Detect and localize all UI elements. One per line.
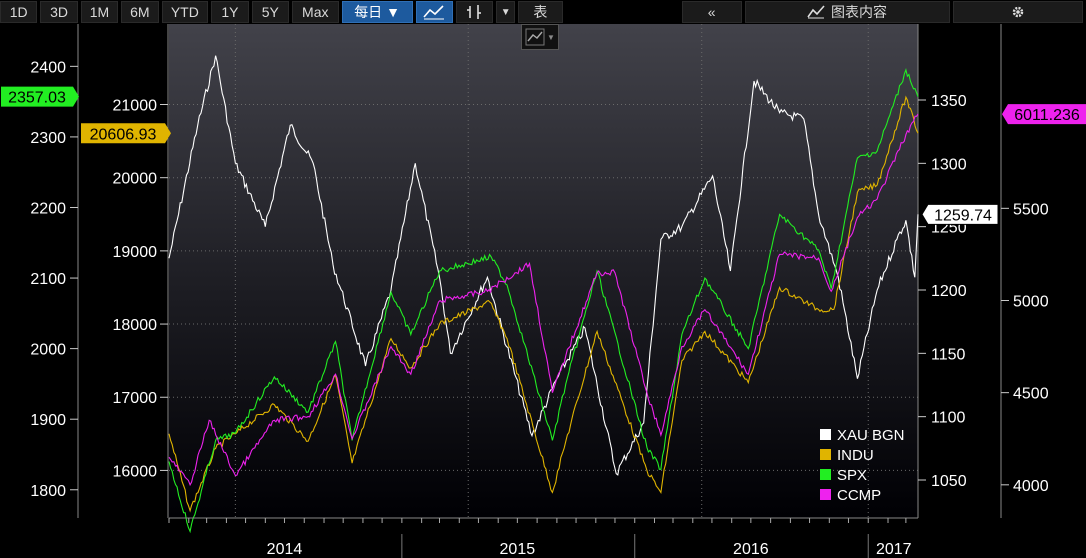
spx-tick-label: 2300 (30, 130, 66, 147)
legend-swatch (820, 449, 831, 460)
chart-content-icon (807, 5, 825, 19)
ccmp-tick-label: 5000 (1013, 293, 1049, 310)
spx-tick-label: 2100 (30, 271, 66, 288)
xau-tick-label: 1200 (931, 283, 967, 300)
range-ytd-button[interactable]: YTD (161, 1, 209, 23)
spx-tick-label: 1900 (30, 412, 66, 429)
legend-label: INDU (837, 447, 874, 464)
xau-tick-label: 1350 (931, 93, 967, 110)
spx-last-tag-label: 2357.03 (8, 90, 66, 107)
year-label: 2015 (500, 541, 536, 558)
svg-text:▼: ▼ (547, 33, 555, 42)
indu-tick-label: 16000 (113, 463, 158, 480)
legend-label: XAU BGN (837, 427, 905, 444)
table-button[interactable]: 表 (518, 1, 563, 23)
spx-tick-label: 2400 (30, 59, 66, 76)
chart-content-label: 图表内容 (831, 4, 888, 20)
ccmp-tick-label: 4000 (1013, 478, 1049, 495)
xau-tick-label: 1050 (931, 473, 967, 490)
ccmp-tick-label: 4500 (1013, 386, 1049, 403)
collapse-icon[interactable]: « (681, 1, 742, 23)
spx-tick-label: 2000 (30, 342, 66, 359)
year-label: 2014 (267, 541, 303, 558)
legend-swatch (820, 429, 831, 440)
range-1d-button[interactable]: 1D (0, 1, 38, 23)
indu-tick-label: 17000 (113, 390, 158, 407)
legend-label: SPX (837, 467, 867, 484)
range-6m-button[interactable]: 6M (121, 1, 159, 23)
chart-type-dropdown-icon[interactable]: ▼ (496, 1, 516, 23)
xau-last-tag-label: 1259.74 (934, 207, 992, 224)
frequency-dropdown[interactable]: 每日 ▼ (341, 1, 413, 23)
chart-content-button[interactable]: 图表内容 (744, 1, 950, 23)
range-1m-button[interactable]: 1M (80, 1, 119, 23)
settings-gear-icon[interactable] (952, 1, 1083, 23)
xau-tick-label: 1100 (931, 410, 966, 427)
range-1y-button[interactable]: 1Y (211, 1, 249, 23)
spx-tick-label: 1800 (30, 483, 66, 500)
range-3d-button[interactable]: 3D (40, 1, 78, 23)
right-axes: 1050110011501200125013001350400045005000… (917, 24, 1049, 518)
chart-toolbar: 1D 3D 1M 6M YTD 1Y 5Y Max 每日 ▼ ▼ 表 « 图表内… (0, 0, 1086, 24)
ccmp-last-tag-label: 6011.236 (1014, 107, 1080, 124)
xau-tick-label: 1150 (931, 346, 966, 363)
line-chart-style-icon: ▼ (525, 28, 555, 46)
legend-label: CCMP (837, 487, 881, 504)
indu-tick-label: 19000 (113, 244, 158, 261)
indu-tick-label: 21000 (113, 98, 158, 115)
legend-swatch (820, 489, 831, 500)
indu-last-tag-label: 20606.93 (90, 126, 157, 143)
chart-style-dropdown[interactable]: ▼ (521, 24, 559, 50)
ccmp-tick-label: 5500 (1013, 201, 1049, 218)
line-chart-icon[interactable] (415, 1, 453, 23)
plot-area (169, 24, 918, 518)
chart-canvas: 1800 1900 2000 2100 2200 2300 2400 16000 17000 18… (1, 24, 1086, 558)
legend-swatch (820, 469, 831, 480)
indu-tick-label: 18000 (113, 317, 158, 334)
range-max-button[interactable]: Max (291, 1, 339, 23)
range-5y-button[interactable]: 5Y (251, 1, 289, 23)
year-label: 2017 (876, 541, 912, 558)
x-axis: 2014 2015 2016 2017 (168, 517, 918, 558)
indu-tick-label: 20000 (113, 171, 158, 188)
year-label: 2016 (733, 541, 769, 558)
spx-tick-label: 2200 (30, 200, 66, 217)
xau-tick-label: 1300 (931, 156, 967, 173)
bar-chart-icon[interactable] (455, 1, 494, 23)
